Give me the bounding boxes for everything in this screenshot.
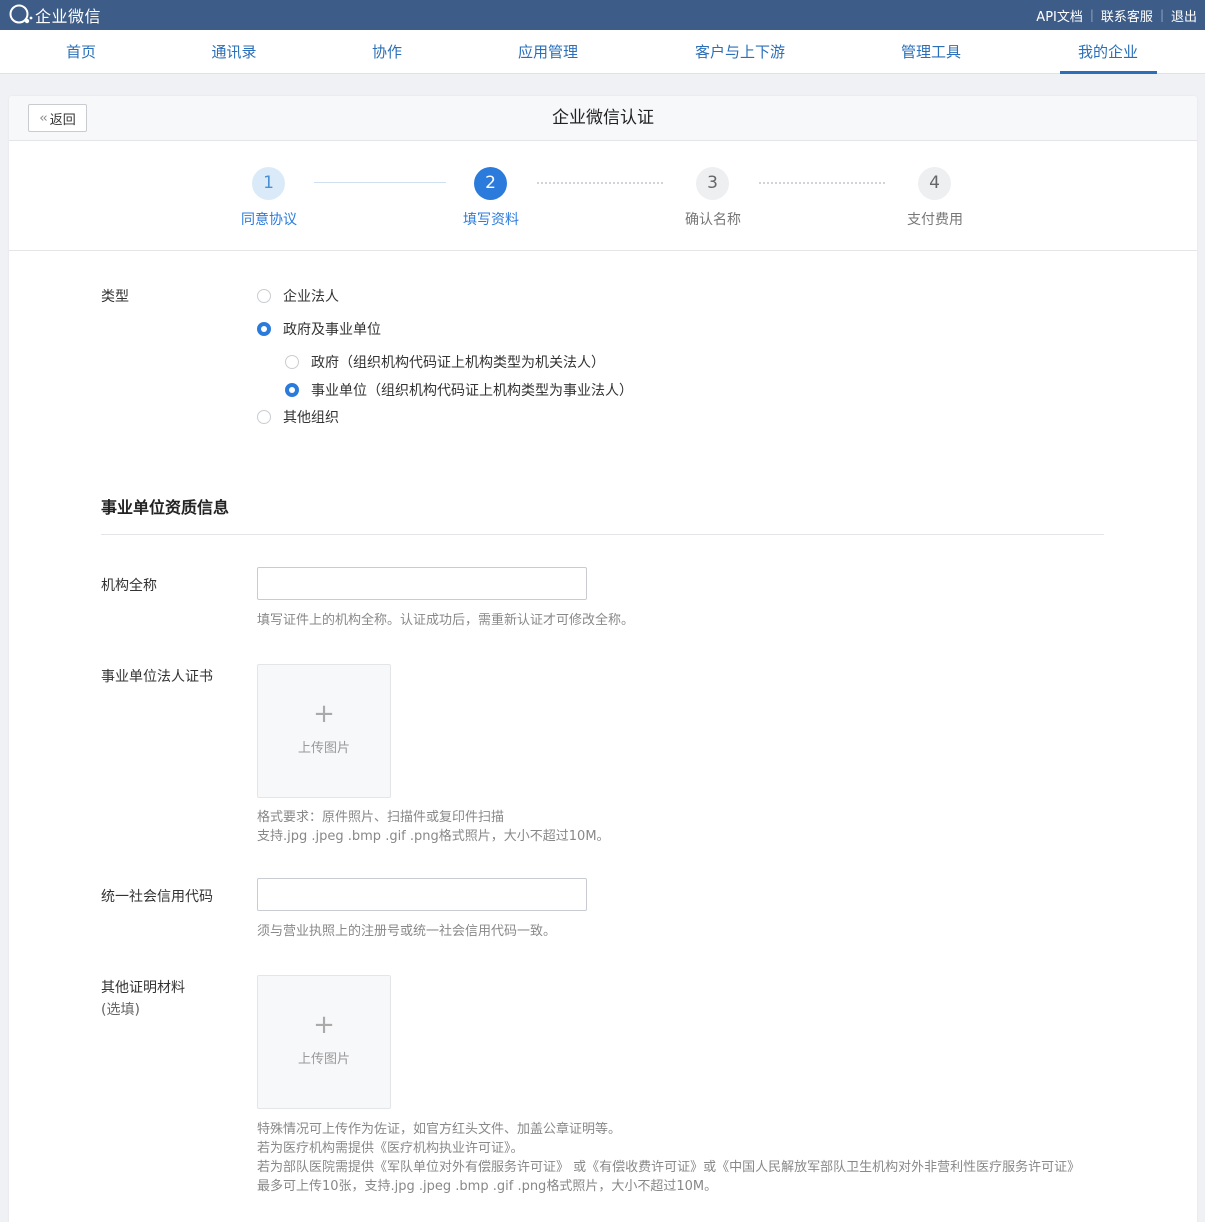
verification-panel: 企业微信认证 ‹‹ 返回 1 同意协议 2 填写资料 3 确认名称 4 支付费用… (9, 96, 1197, 1222)
contact-support-link[interactable]: 联系客服 (1101, 6, 1153, 25)
progress-steps: 1 同意协议 2 填写资料 3 确认名称 4 支付费用 (9, 141, 1197, 251)
credit-code-input[interactable] (257, 878, 587, 911)
step-4-label: 支付费用 (907, 212, 963, 228)
radio-label: 事业单位（组织机构代码证上机构类型为事业法人） (311, 383, 633, 399)
step-connector (759, 182, 885, 184)
separator: | (1159, 8, 1164, 22)
certificate-hint: 格式要求：原件照片、扫描件或复印件扫描 支持.jpg .jpeg .bmp .g… (257, 808, 1107, 846)
logo[interactable]: 企业微信 (8, 4, 101, 26)
nav-collaboration[interactable]: 协作 (372, 30, 402, 74)
plus-icon: + (313, 1010, 335, 1040)
upload-label: 上传图片 (297, 741, 350, 756)
nav-customers[interactable]: 客户与上下游 (695, 30, 785, 74)
hint-line: 若为部队医院需提供《军队单位对外有偿服务许可证》 或《有偿收费许可证》或《中国人… (257, 1160, 1081, 1175)
logo-text: 企业微信 (35, 7, 102, 26)
certificate-label: 事业单位法人证书 (101, 669, 213, 685)
hint-line: 支持.jpg .jpeg .bmp .gif .png格式照片，大小不超过10M… (257, 829, 610, 844)
radio-government[interactable]: 政府（组织机构代码证上机构类型为机关法人） (285, 352, 605, 372)
hint-line: 格式要求：原件照片、扫描件或复印件扫描 (257, 810, 505, 825)
optional-label: (选填) (101, 1002, 140, 1018)
org-name-hint: 填写证件上的机构全称。认证成功后，需重新认证才可修改全称。 (257, 613, 635, 628)
separator: | (1089, 8, 1094, 22)
nav-app-management[interactable]: 应用管理 (518, 30, 578, 74)
panel-header: 企业微信认证 ‹‹ 返回 (9, 96, 1197, 141)
nav-active-indicator (1060, 71, 1157, 74)
nav-home[interactable]: 首页 (66, 30, 96, 74)
wecom-logo-icon (8, 4, 34, 26)
step-2-circle: 2 (474, 167, 507, 200)
back-button[interactable]: ‹‹ 返回 (28, 104, 87, 132)
radio-checked-icon (285, 383, 299, 397)
step-1-circle: 1 (252, 167, 285, 200)
step-1-label: 同意协议 (241, 212, 297, 228)
other-materials-upload[interactable]: + 上传图片 (257, 975, 391, 1109)
plus-icon: + (313, 699, 335, 729)
hint-line: 特殊情况可上传作为佐证，如官方红头文件、加盖公章证明等。 (257, 1122, 622, 1137)
nav-my-enterprise[interactable]: 我的企业 (1078, 30, 1138, 74)
logout-link[interactable]: 退出 (1171, 6, 1197, 25)
other-materials-title: 其他证明材料 (101, 980, 185, 996)
step-connector (537, 182, 663, 184)
upload-label: 上传图片 (297, 1052, 350, 1067)
other-materials-label: 其他证明材料 (选填) (101, 977, 185, 1021)
step-2-label: 填写资料 (463, 212, 519, 228)
hint-line: 最多可上传10张，支持.jpg .jpeg .bmp .gif .png格式照片… (257, 1179, 718, 1194)
top-links: API文档 | 联系客服 | 退出 (1036, 0, 1197, 30)
credit-code-label: 统一社会信用代码 (101, 889, 213, 905)
hint-line: 若为医疗机构需提供《医疗机构执业许可证》。 (257, 1141, 524, 1156)
step-3-circle: 3 (696, 167, 729, 200)
step-connector (314, 182, 446, 183)
radio-unchecked-icon (257, 289, 271, 303)
radio-other-organization[interactable]: 其他组织 (257, 407, 339, 427)
step-3-label: 确认名称 (685, 212, 741, 228)
certificate-upload[interactable]: + 上传图片 (257, 664, 391, 798)
radio-enterprise-legal-person[interactable]: 企业法人 (257, 286, 339, 306)
radio-unchecked-icon (285, 355, 299, 369)
main-nav: 首页 通讯录 协作 应用管理 客户与上下游 管理工具 我的企业 (0, 30, 1205, 74)
step-4-circle: 4 (918, 167, 951, 200)
radio-label: 政府及事业单位 (283, 322, 381, 338)
section-title: 事业单位资质信息 (101, 498, 230, 517)
org-name-input[interactable] (257, 567, 587, 600)
radio-label: 政府（组织机构代码证上机构类型为机关法人） (311, 355, 605, 371)
radio-government-institution[interactable]: 政府及事业单位 (257, 319, 381, 339)
nav-contacts[interactable]: 通讯录 (211, 30, 256, 74)
double-chevron-left-icon: ‹‹ (39, 110, 48, 126)
org-name-label: 机构全称 (101, 578, 157, 594)
credit-code-hint: 须与营业执照上的注册号或统一社会信用代码一致。 (257, 924, 557, 939)
section-divider (101, 534, 1104, 535)
radio-label: 企业法人 (283, 289, 339, 305)
api-docs-link[interactable]: API文档 (1036, 6, 1083, 25)
radio-public-institution[interactable]: 事业单位（组织机构代码证上机构类型为事业法人） (285, 380, 633, 400)
nav-management-tools[interactable]: 管理工具 (901, 30, 961, 74)
top-bar: 企业微信 API文档 | 联系客服 | 退出 (0, 0, 1205, 30)
radio-label: 其他组织 (283, 410, 339, 426)
radio-unchecked-icon (257, 410, 271, 424)
other-materials-hint: 特殊情况可上传作为佐证，如官方红头文件、加盖公章证明等。 若为医疗机构需提供《医… (257, 1120, 1107, 1196)
back-label: 返回 (49, 112, 76, 128)
type-label: 类型 (101, 289, 129, 305)
page-title: 企业微信认证 (552, 108, 654, 128)
radio-checked-icon (257, 322, 271, 336)
